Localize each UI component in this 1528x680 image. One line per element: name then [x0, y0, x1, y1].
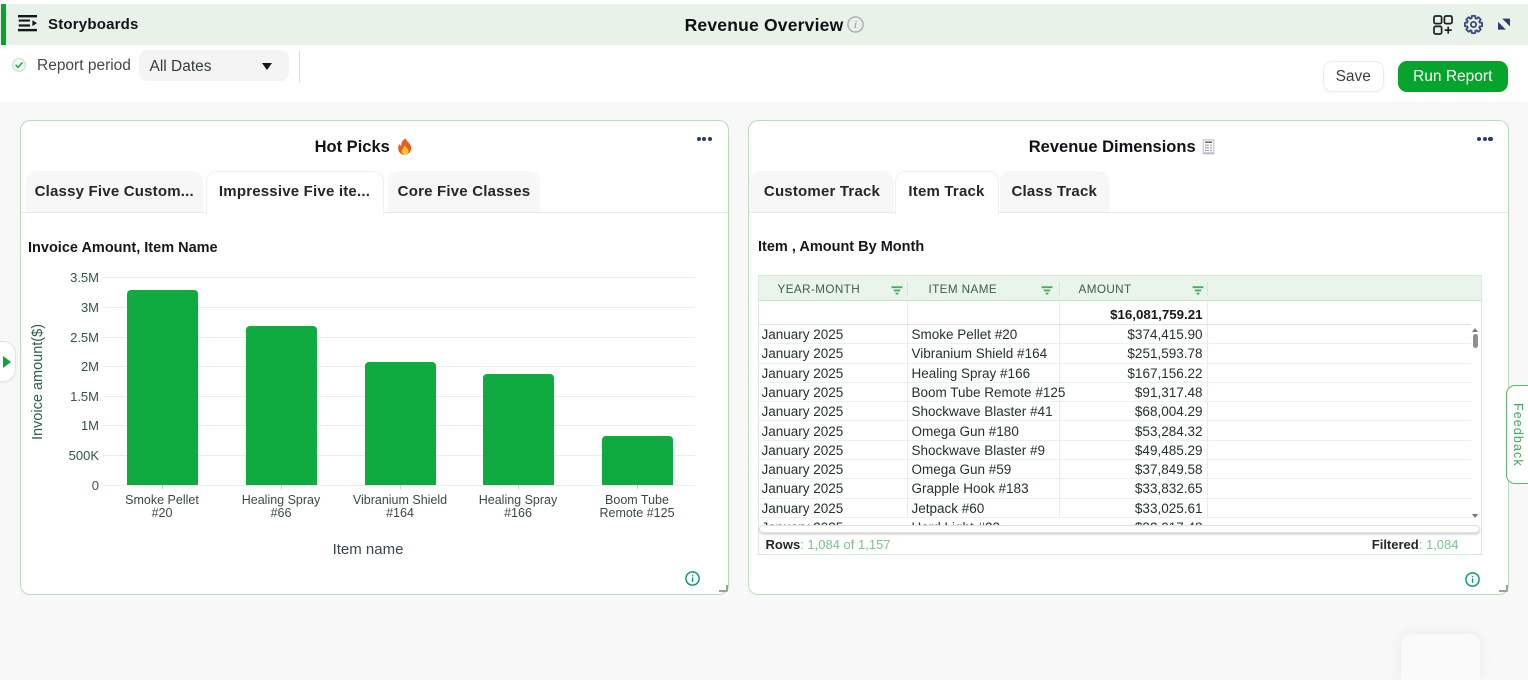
svg-text:i: i — [854, 20, 857, 31]
